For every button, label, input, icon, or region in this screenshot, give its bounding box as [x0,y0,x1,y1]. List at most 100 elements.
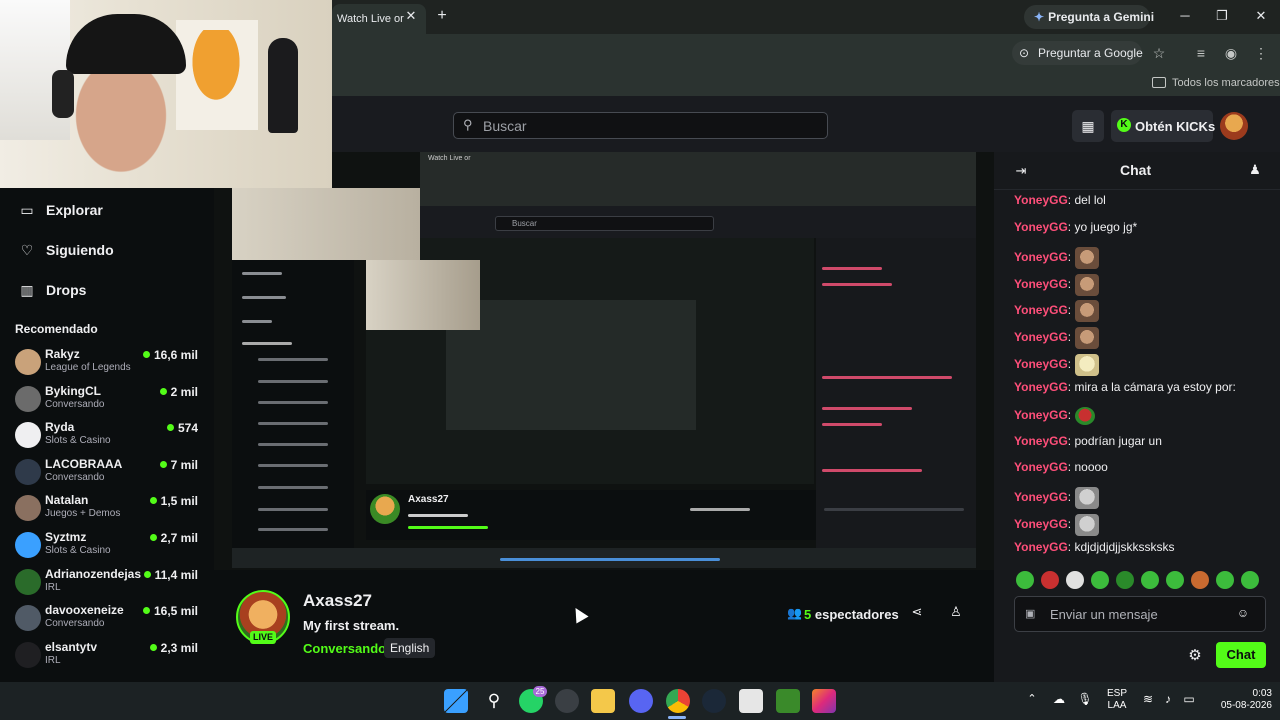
battery-icon[interactable]: ▭ [1181,692,1197,708]
chat-settings-icon[interactable]: ⚙ [1186,646,1204,664]
discord-icon[interactable] [629,689,653,713]
emoji-icon[interactable]: ☺ [1236,606,1250,620]
chat-emote-icon[interactable] [1075,327,1100,349]
recommended-channel[interactable]: BykingCL Conversando 2 mil [14,383,204,415]
nav-following[interactable]: ♡ Siguiendo [18,240,198,264]
gemini-sparkle-icon: ✦ [1034,10,1045,24]
chat-username[interactable]: YoneyGG [1014,193,1068,207]
media-control-icon[interactable]: ≡ [1192,44,1210,62]
chat-emote-icon[interactable] [1075,247,1100,269]
recommended-channel[interactable]: davooxeneize Conversando 16,5 mil [14,602,204,634]
steam-icon[interactable] [702,689,726,713]
chat-username[interactable]: YoneyGG [1014,277,1068,291]
chat-text: : [1067,517,1072,532]
quick-emote-icon[interactable] [1216,571,1234,589]
chat-username[interactable]: YoneyGG [1014,460,1068,474]
chat-username[interactable]: YoneyGG [1014,303,1068,317]
onedrive-icon[interactable]: ☁ [1051,692,1067,708]
chat-username[interactable]: YoneyGG [1014,357,1068,371]
system-clock[interactable]: 0:03 05-08-2026 [1206,688,1272,712]
new-tab-icon[interactable]: + [432,6,452,26]
chrome-icon[interactable] [666,689,690,713]
search-input[interactable] [483,113,813,138]
close-tab-icon[interactable]: ✕ [402,7,420,25]
input-language-indicator[interactable]: ESP LAA [1104,688,1130,712]
nav-explore[interactable]: ▭ Explorar [18,200,198,224]
chat-emote-icon[interactable] [1075,514,1100,536]
recommended-channel[interactable]: Syztmz Slots & Casino 2,7 mil [14,529,204,561]
chat-username[interactable]: YoneyGG [1014,540,1068,554]
streamer-name[interactable]: Axass27 [303,591,372,611]
recommended-channel[interactable]: elsantytv IRL 2,3 mil [14,639,204,671]
chat-users-icon[interactable]: ♟ [1246,162,1264,180]
chat-username[interactable]: YoneyGG [1014,250,1068,264]
all-bookmarks-link[interactable]: Todos los marcadores [1172,77,1280,89]
quick-emote-icon[interactable] [1241,571,1259,589]
channel-avatar [15,458,41,485]
quick-emote-icon[interactable] [1091,571,1109,589]
chat-username[interactable]: YoneyGG [1014,490,1068,504]
bookmark-star-icon[interactable]: ☆ [1150,44,1168,62]
share-icon[interactable]: ⋖ [908,604,926,622]
chat-emote-icon[interactable] [1075,300,1100,322]
maximize-icon[interactable]: ❐ [1207,6,1237,26]
obs-icon[interactable] [555,689,579,713]
chat-username[interactable]: YoneyGG [1014,408,1068,422]
recommended-channel[interactable]: Rakyz League of Legends 16,6 mil [14,346,204,378]
stream-category-link[interactable]: Conversando [303,641,386,656]
user-avatar[interactable] [1220,112,1248,140]
channel-viewers: 11,4 mil [143,568,198,582]
instagram-icon[interactable] [812,689,836,713]
menu-kebab-icon[interactable]: ⋮ [1252,44,1270,62]
channel-avatar [15,422,41,449]
chat-username[interactable]: YoneyGG [1014,330,1068,344]
nested-content-line [824,508,964,511]
quick-emote-icon[interactable] [1116,571,1134,589]
close-window-icon[interactable]: ✕ [1246,6,1276,26]
nested-tab-title: Watch Live or [428,155,471,162]
chat-emote-icon[interactable] [1075,407,1096,425]
follow-user-icon[interactable]: ♙ [947,604,965,622]
chat-username[interactable]: YoneyGG [1014,517,1068,531]
chat-message-input[interactable] [1050,598,1230,630]
quick-emote-icon[interactable] [1166,571,1184,589]
nav-following-label: Siguiendo [46,242,114,258]
file-explorer-icon[interactable] [591,689,615,713]
chat-message: YoneyGG: kdjdjdjdjjskkssksks [1014,540,1274,566]
windows-start-icon[interactable] [444,689,468,713]
chat-send-button[interactable]: Chat [1216,642,1266,668]
quick-emote-icon[interactable] [1191,571,1209,589]
gemini-button[interactable]: ✦ Pregunta a Gemini [1024,5,1154,29]
chat-emote-icon[interactable] [1075,487,1100,509]
quick-emote-icon[interactable] [1066,571,1084,589]
chat-rules-icon[interactable]: ▣ [1025,607,1039,621]
chat-username[interactable]: YoneyGG [1014,434,1068,448]
chat-emote-icon[interactable] [1075,354,1100,376]
quick-emote-icon[interactable] [1016,571,1034,589]
quick-emote-icon[interactable] [1041,571,1059,589]
nested-content-line [822,283,892,286]
microphone-icon[interactable]: 🎙 [1077,692,1093,708]
recommended-channel[interactable]: LACOBRAAA Conversando 7 mil [14,456,204,488]
chat-message: YoneyGG: [1014,407,1274,433]
profile-icon[interactable]: ◉ [1222,44,1240,62]
chat-username[interactable]: YoneyGG [1014,220,1068,234]
show-hidden-icons-icon[interactable]: ⌃ [1025,692,1039,706]
language-tag[interactable]: English [384,638,436,658]
quick-emote-icon[interactable] [1141,571,1159,589]
nav-drops[interactable]: ▥ Drops [18,280,198,304]
recommended-channel[interactable]: Adrianozendejas IRL 11,4 mil [14,566,204,598]
wifi-icon[interactable]: ≋ [1140,692,1156,708]
chat-emote-icon[interactable] [1075,274,1100,296]
channel-avatar [15,568,41,595]
collapse-chat-icon[interactable]: ⇥ [1012,163,1030,179]
minimize-icon[interactable]: ─ [1170,6,1200,26]
volume-icon[interactable]: ♪ [1160,692,1176,708]
minecraft-icon[interactable] [776,689,800,713]
recommended-channel[interactable]: Ryda Slots & Casino 574 [14,419,204,451]
chat-username[interactable]: YoneyGG [1014,380,1068,394]
notepad-icon[interactable] [739,689,763,713]
library-button[interactable]: ▦ [1072,110,1104,142]
recommended-channel[interactable]: Natalan Juegos + Demos 1,5 mil [14,492,204,524]
taskbar-search-icon[interactable]: ⚲ [482,689,506,713]
